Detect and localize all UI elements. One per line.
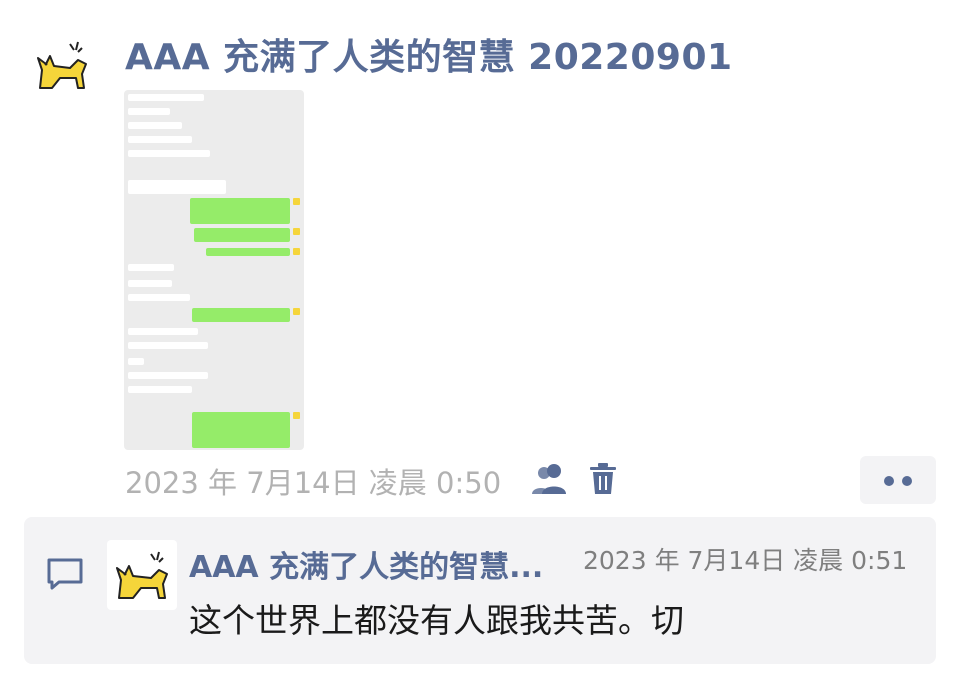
comment-author-name[interactable]: AAA 充满了人类的智慧... [189,542,574,586]
friends-icon[interactable] [530,462,568,496]
comment-timestamp: 2023 年 7月14日 凌晨 0:51 [583,546,908,575]
post-author-name[interactable]: AAA 充满了人类的智慧 20220901 [125,28,733,80]
post-timestamp: 2023 年 7月14日 凌晨 0:50 [125,466,502,500]
yellow-cat-icon [37,41,87,89]
yellow-cat-icon [116,551,168,599]
more-actions-button[interactable] [860,456,936,504]
comment-bubble-icon [47,558,83,590]
trash-icon[interactable] [588,462,618,496]
comment-text[interactable]: 这个世界上都没有人跟我共苦。切 [189,594,684,642]
comment-avatar[interactable] [107,540,177,610]
post-image[interactable] [124,90,304,450]
avatar[interactable] [30,34,94,98]
